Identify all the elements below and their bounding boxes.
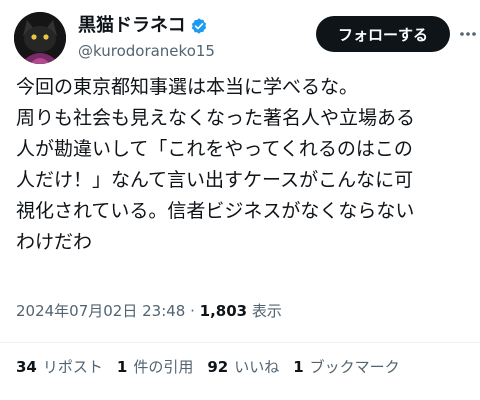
- avatar[interactable]: [14, 12, 66, 64]
- more-options-icon[interactable]: [456, 22, 480, 46]
- divider: [0, 342, 480, 343]
- meta-separator: ·: [185, 302, 200, 320]
- likes-stat[interactable]: 92 いいね: [207, 356, 279, 378]
- author-display-name[interactable]: 黒猫ドラネコ: [78, 14, 186, 38]
- tweet-header: 黒猫ドラネコ @kurodoraneko15 フォローする: [14, 10, 476, 66]
- likes-label: いいね: [234, 358, 280, 376]
- bookmarks-count: 1: [293, 358, 304, 376]
- quotes-stat[interactable]: 1 件の引用: [117, 356, 193, 378]
- engagement-stats: 34 リポスト 1 件の引用 92 いいね 1 ブックマーク: [16, 356, 400, 378]
- quotes-count: 1: [116, 358, 128, 376]
- tweet-meta: 2024年07月02日 23:48 · 1,803 表示: [16, 300, 282, 322]
- reposts-stat[interactable]: 34 リポスト: [16, 356, 103, 378]
- author-name-row[interactable]: 黒猫ドラネコ: [78, 14, 215, 38]
- tweet-text: 今回の東京都知事選は本当に学べるな。 周りも社会も見えなくなった著名人や立場ある…: [16, 76, 416, 253]
- quotes-label: 件の引用: [133, 358, 194, 376]
- reposts-count: 34: [16, 358, 37, 376]
- timestamp-link[interactable]: 2024年07月02日 23:48: [16, 302, 185, 320]
- bookmarks-label: ブックマーク: [309, 358, 400, 376]
- views-count: 1,803: [199, 302, 248, 320]
- black-cat-avatar-icon: [14, 12, 66, 64]
- likes-count: 92: [207, 358, 229, 376]
- views-label: 表示: [247, 302, 282, 320]
- reposts-label: リポスト: [42, 358, 103, 376]
- bookmarks-stat[interactable]: 1 ブックマーク: [293, 356, 399, 378]
- follow-button[interactable]: フォローする: [316, 16, 450, 52]
- verified-badge-icon: [190, 17, 208, 35]
- author-handle[interactable]: @kurodoraneko15: [78, 40, 215, 62]
